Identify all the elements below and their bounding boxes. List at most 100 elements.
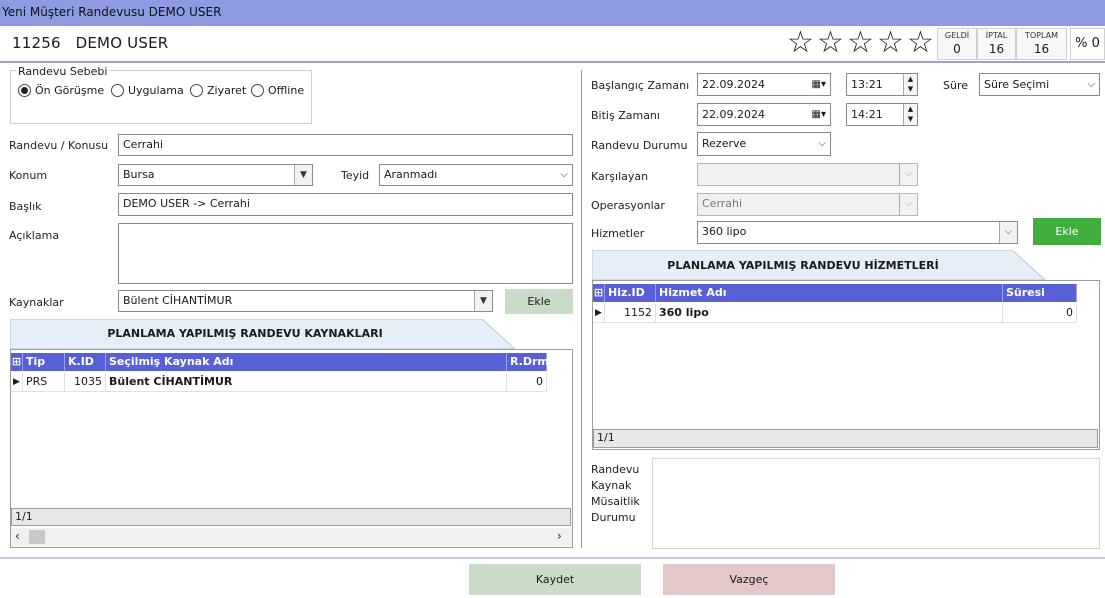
radio-unchecked-icon[interactable]: [190, 84, 203, 97]
heading-label: Başlık: [9, 200, 42, 213]
radio-checked-icon[interactable]: [18, 84, 31, 97]
resources-table-title: PLANLAMA YAPILMIŞ RANDEVU KAYNAKLARI: [107, 327, 383, 340]
services-pager: 1/1: [593, 429, 1098, 448]
scroll-right-icon[interactable]: ›: [557, 529, 562, 543]
start-date-value: 22.09.2024: [702, 78, 765, 91]
col-rdrm[interactable]: R.Drm: [507, 353, 549, 371]
radio-unchecked-icon[interactable]: [251, 84, 264, 97]
chevron-down-icon[interactable]: ⌵: [899, 194, 917, 215]
resources-pager: 1/1: [11, 508, 571, 526]
status-label: Randevu Durumu: [591, 139, 688, 152]
scroll-left-icon[interactable]: ‹: [15, 529, 20, 543]
rating-star-icon[interactable]: ☆: [847, 28, 874, 58]
radio-label: Uygulama: [128, 84, 184, 97]
rating-star-icon[interactable]: ☆: [907, 28, 934, 58]
time-spinner-icon[interactable]: ▲ ▼: [903, 74, 917, 95]
chevron-down-icon[interactable]: ⌵: [899, 164, 917, 185]
radio-unchecked-icon[interactable]: [111, 84, 124, 97]
grid-menu-icon[interactable]: ⊞: [11, 353, 23, 371]
subject-input[interactable]: Cerrahi: [118, 134, 573, 156]
status-value: Rezerve: [702, 137, 747, 150]
add-service-button[interactable]: Ekle: [1033, 218, 1101, 245]
calendar-icon[interactable]: ▦▾: [812, 74, 826, 95]
confirm-value: Aranmadı: [384, 168, 438, 181]
scroll-thumb[interactable]: [29, 530, 45, 544]
chevron-down-icon[interactable]: ⌵: [1087, 74, 1095, 95]
rating-star-icon[interactable]: ☆: [817, 28, 844, 58]
operations-select[interactable]: Cerrahi ⌵: [697, 193, 918, 216]
description-textarea[interactable]: [118, 223, 573, 284]
stat-total-label: TOPLAM: [1024, 31, 1059, 40]
resources-value: Bülent CİHANTİMUR: [123, 294, 233, 307]
subject-label: Randevu / Konusu: [9, 139, 109, 152]
table-row-kid[interactable]: 1035: [65, 373, 106, 392]
stat-cancel-value: 16: [988, 42, 1005, 56]
availability-label-line: Kaynak: [591, 479, 632, 492]
availability-label: Randevu Kaynak Müsaitlik Durumu: [591, 462, 640, 526]
horizontal-scrollbar[interactable]: ‹ ›: [11, 528, 572, 546]
confirm-select[interactable]: Aranmadı ⌵: [379, 164, 573, 186]
rating-star-icon[interactable]: ☆: [787, 28, 814, 58]
operations-label: Operasyonlar: [591, 199, 665, 212]
col-service-duration[interactable]: Süresi: [1003, 284, 1077, 302]
table-row-rdrm[interactable]: 0: [507, 373, 547, 392]
rating-star-icon[interactable]: ☆: [877, 28, 904, 58]
time-spinner-icon[interactable]: ▲ ▼: [903, 104, 917, 125]
location-value: Bursa: [123, 168, 155, 181]
radio-label: Ziyaret: [207, 84, 247, 97]
col-service-name[interactable]: Hizmet Adı: [656, 284, 1003, 302]
stat-total: TOPLAM 16: [1016, 28, 1067, 60]
table-row-service-name[interactable]: 360 lipo: [656, 304, 1003, 323]
calendar-icon[interactable]: ▦▾: [812, 104, 826, 125]
start-time-value: 13:21: [851, 78, 883, 91]
radio-label: Offline: [268, 84, 305, 97]
chevron-down-icon[interactable]: ▼: [474, 291, 492, 311]
radio-application[interactable]: Uygulama: [111, 84, 184, 97]
duration-select[interactable]: Süre Seçimi ⌵: [979, 73, 1100, 96]
row-pointer-icon: ▶: [11, 373, 23, 392]
duration-label: Süre: [943, 79, 969, 92]
grid-menu-icon[interactable]: ⊞: [593, 284, 605, 302]
description-label: Açıklama: [9, 229, 60, 242]
availability-label-line: Randevu: [591, 463, 640, 476]
stat-cancel-label: İPTAL: [985, 31, 1008, 40]
stat-came: GELDİ 0: [937, 28, 977, 60]
services-select[interactable]: 360 lipo ⌵: [697, 221, 1018, 244]
start-time-input[interactable]: 13:21 ▲ ▼: [846, 73, 918, 96]
col-resource-name[interactable]: Seçilmiş Kaynak Adı: [106, 353, 507, 371]
radio-offline[interactable]: Offline: [251, 84, 304, 97]
duration-value: Süre Seçimi: [984, 78, 1050, 91]
save-button[interactable]: Kaydet: [469, 564, 641, 595]
radio-pre-meeting[interactable]: Ön Görüşme: [18, 84, 104, 97]
table-row-service-duration[interactable]: 0: [1003, 304, 1077, 323]
resources-select[interactable]: Bülent CİHANTİMUR ▼: [118, 290, 493, 312]
chevron-down-icon[interactable]: ⌵: [560, 165, 568, 185]
col-kid[interactable]: K.ID: [65, 353, 106, 371]
status-select[interactable]: Rezerve ⌵: [697, 132, 831, 156]
greeter-select[interactable]: ⌵: [697, 163, 918, 186]
cancel-button[interactable]: Vazgeç: [663, 564, 835, 595]
end-time-input[interactable]: 14:21 ▲ ▼: [846, 103, 918, 126]
header-divider: [0, 61, 1105, 63]
col-service-id[interactable]: Hiz.ID: [605, 284, 656, 302]
row-pointer-icon: ▶: [593, 304, 605, 323]
radio-visit[interactable]: Ziyaret: [190, 84, 246, 97]
table-row-name[interactable]: Bülent CİHANTİMUR: [106, 373, 507, 392]
start-date-input[interactable]: 22.09.2024 ▦▾: [697, 73, 831, 96]
chevron-down-icon[interactable]: ⌵: [999, 222, 1017, 243]
percent-badge: % 0: [1070, 28, 1105, 60]
add-resource-button[interactable]: Ekle: [505, 289, 573, 314]
location-select[interactable]: Bursa ▼: [118, 164, 313, 186]
chevron-down-icon[interactable]: ▼: [294, 165, 312, 185]
table-row-type[interactable]: PRS: [23, 373, 65, 392]
col-type[interactable]: Tip: [23, 353, 65, 371]
start-label: Başlangıç Zamanı: [591, 79, 690, 92]
end-date-input[interactable]: 22.09.2024 ▦▾: [697, 103, 831, 126]
table-row-service-id[interactable]: 1152: [605, 304, 656, 323]
services-grid[interactable]: ⊞ Hiz.ID Hizmet Adı Süresi ▶ 1152 360 li…: [592, 280, 1100, 450]
heading-input[interactable]: DEMO USER -> Cerrahi: [118, 193, 573, 216]
radio-label: Ön Görüşme: [35, 84, 105, 97]
resources-grid[interactable]: ⊞ Tip K.ID Seçilmiş Kaynak Adı R.Drm ▶ P…: [10, 349, 573, 548]
column-divider: [581, 70, 582, 548]
chevron-down-icon[interactable]: ⌵: [818, 133, 826, 155]
